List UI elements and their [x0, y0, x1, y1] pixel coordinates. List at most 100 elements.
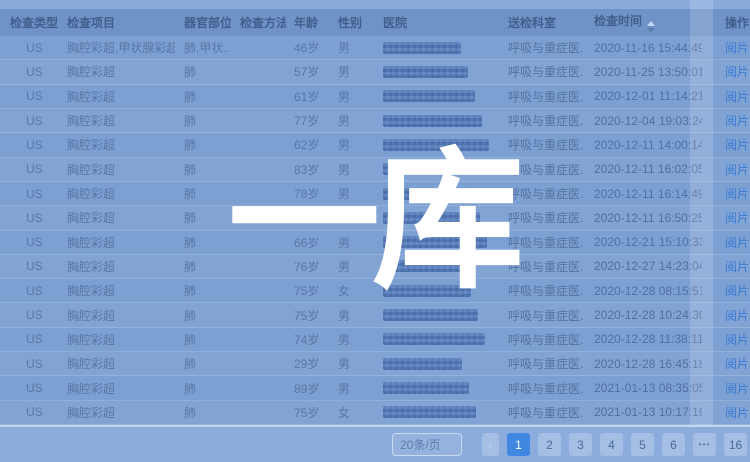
cell-exam-item: 胸腔彩超	[58, 136, 175, 153]
cell-exam-item: 胸腔彩超	[58, 209, 175, 226]
cell-hospital	[374, 42, 498, 54]
cell-hospital	[374, 285, 498, 297]
page-button-2[interactable]: 2	[538, 433, 561, 456]
view-film-link[interactable]: 阅片	[725, 309, 749, 323]
cell-exam-item: 胸腔彩超	[58, 331, 175, 348]
view-film-link[interactable]: 阅片	[725, 382, 749, 396]
redacted-hospital-blur	[383, 163, 466, 175]
view-film-link[interactable]: 阅片	[725, 65, 749, 79]
cell-age: 62岁	[286, 136, 330, 153]
table-row: US 胸腔彩超 肺 75岁 男 呼吸与重症医... 2020-12-28 10:…	[0, 303, 750, 327]
cell-gender: 男	[330, 136, 374, 153]
view-film-link[interactable]: 阅片	[725, 406, 749, 420]
page-button-16[interactable]: 16	[724, 433, 747, 456]
cell-exam-time: 2021-01-13 10:17:16	[584, 405, 702, 419]
view-film-link[interactable]: 阅片	[725, 163, 749, 177]
cell-exam-type: US	[0, 187, 58, 201]
cell-exam-time: 2020-12-11 16:50:25	[584, 211, 702, 225]
cell-age: 46岁	[286, 39, 330, 56]
view-film-link[interactable]: 阅片	[725, 41, 749, 55]
table-row: US 胸腔彩超 肺 75岁 女 呼吸与重症医... 2020-12-28 08:…	[0, 279, 750, 303]
page-button-5[interactable]: 5	[631, 433, 654, 456]
chevron-down-icon	[443, 437, 454, 448]
cell-organ-part: 肺	[175, 209, 231, 226]
cell-exam-type: US	[0, 381, 58, 395]
more-pages-button[interactable]: •••	[693, 433, 716, 456]
cell-action: 阅片	[702, 404, 750, 421]
cell-exam-item: 胸腔彩超	[58, 404, 175, 421]
view-film-link[interactable]: 阅片	[725, 333, 749, 347]
cell-action: 阅片	[702, 258, 750, 275]
cell-department: 呼吸与重症医...	[498, 88, 584, 105]
cell-gender: 男	[330, 307, 374, 324]
cell-gender: 女	[330, 209, 374, 226]
view-film-link[interactable]: 阅片	[725, 187, 749, 201]
cell-organ-part: 肺	[175, 112, 231, 129]
cell-exam-item: 胸腔彩超	[58, 234, 175, 251]
cell-organ-part: 肺	[175, 380, 231, 397]
page-size-select[interactable]: 20条/页	[392, 433, 462, 456]
column-header-gender: 性别	[330, 14, 374, 31]
cell-action: 阅片	[702, 63, 750, 80]
sort-caret-icon[interactable]	[647, 21, 655, 33]
table-row: US 胸腔彩超 肺 61岁 男 呼吸与重症医... 2020-12-01 11:…	[0, 85, 750, 109]
cell-exam-type: US	[0, 65, 58, 79]
view-film-link[interactable]: 阅片	[725, 138, 749, 152]
column-header-organ-part: 器官部位	[175, 14, 231, 31]
view-film-link[interactable]: 阅片	[725, 236, 749, 250]
cell-exam-type: US	[0, 259, 58, 273]
cell-age: 77岁	[286, 112, 330, 129]
view-film-link[interactable]: 阅片	[725, 284, 749, 298]
cell-action: 阅片	[702, 234, 750, 251]
cell-exam-item: 胸腔彩超	[58, 380, 175, 397]
cell-age: 83岁	[286, 161, 330, 178]
cell-exam-type: US	[0, 235, 58, 249]
table-row: US 胸腔彩超,甲状腺彩超 肺,甲状... 46岁 男 呼吸与重症医... 20…	[0, 36, 750, 60]
column-header-exam-time[interactable]: 检查时间	[584, 12, 702, 33]
cell-action: 阅片	[702, 209, 750, 226]
cell-exam-type: US	[0, 41, 58, 55]
cell-department: 呼吸与重症医...	[498, 380, 584, 397]
redacted-hospital-blur	[383, 139, 489, 151]
cell-department: 呼吸与重症医...	[498, 282, 584, 299]
cell-exam-item: 胸腔彩超	[58, 112, 175, 129]
view-film-link[interactable]: 阅片	[725, 357, 749, 371]
sort-asc-icon[interactable]	[647, 21, 655, 26]
cell-department: 呼吸与重症医...	[498, 404, 584, 421]
cell-action: 阅片	[702, 185, 750, 202]
page-button-4[interactable]: 4	[600, 433, 623, 456]
view-film-link[interactable]: 阅片	[725, 90, 749, 104]
cell-hospital	[374, 382, 498, 394]
column-header-actions: 操作	[702, 14, 750, 31]
redacted-hospital-blur	[383, 382, 469, 394]
cell-hospital	[374, 212, 498, 224]
redacted-hospital-blur	[383, 333, 485, 345]
cell-action: 阅片	[702, 39, 750, 56]
cell-exam-time: 2020-12-11 14:00:14	[584, 138, 702, 152]
redacted-hospital-blur	[383, 358, 462, 370]
view-film-link[interactable]: 阅片	[725, 114, 749, 128]
cell-gender: 男	[330, 88, 374, 105]
cell-gender: 男	[330, 112, 374, 129]
cell-age: 75岁	[286, 307, 330, 324]
cell-organ-part: 肺	[175, 161, 231, 178]
cell-exam-type: US	[0, 114, 58, 128]
cell-organ-part: 肺	[175, 258, 231, 275]
redacted-hospital-blur	[383, 90, 475, 102]
page-button-3[interactable]: 3	[569, 433, 592, 456]
cell-age: 89岁	[286, 380, 330, 397]
cell-hospital	[374, 236, 498, 248]
cell-exam-time: 2020-12-28 11:38:11	[584, 332, 702, 346]
cell-hospital	[374, 406, 498, 418]
cell-hospital	[374, 163, 498, 175]
view-film-link[interactable]: 阅片	[725, 211, 749, 225]
prev-page-button[interactable]: ‹	[482, 433, 499, 456]
cell-exam-time: 2020-12-11 16:02:05	[584, 162, 702, 176]
table-row: US 胸腔彩超 肺 62岁 男 呼吸与重症医... 2020-12-11 14:…	[0, 133, 750, 157]
page-button-1[interactable]: 1	[507, 433, 530, 456]
page-button-6[interactable]: 6	[662, 433, 685, 456]
view-film-link[interactable]: 阅片	[725, 260, 749, 274]
sort-desc-icon[interactable]	[647, 28, 655, 33]
column-header-age: 年龄	[286, 14, 330, 31]
redacted-hospital-blur	[383, 66, 468, 78]
